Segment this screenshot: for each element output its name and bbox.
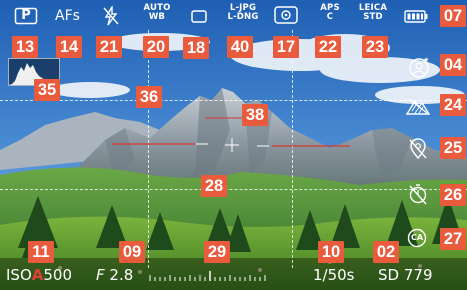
format-line-2: L-DNG [227,11,259,22]
callout-14: 14 [56,36,82,58]
callout-13: 13 [12,36,38,58]
storage-label: SD [378,266,400,284]
iso-label: ISO [6,266,32,284]
callout-17: 17 [273,36,299,58]
callout-20: 20 [143,36,169,58]
callout-22: 22 [315,36,341,58]
film-style[interactable]: LEICA STD [356,4,390,21]
callout-36: 36 [136,86,162,108]
aperture-label: F [96,266,105,284]
white-balance[interactable]: AUTO WB [143,4,171,21]
self-timer-off-icon[interactable] [408,183,428,209]
ca-label: CA [410,233,424,242]
iso-readout[interactable]: ISOA500 [6,265,72,285]
callout-35: 35 [34,79,60,101]
exposure-compensation-scale[interactable] [148,268,268,282]
iso-value: 500 [43,266,73,284]
callout-40: 40 [227,36,253,58]
callout-02: 02 [373,241,399,263]
shutter-speed[interactable]: 1/50s [313,265,355,285]
flash-off-icon[interactable] [102,4,120,30]
callout-04: 04 [440,54,466,76]
user-profile-icon[interactable]: ★ [408,56,430,84]
color-auto-icon[interactable]: CA [407,228,427,248]
callout-09: 09 [119,241,145,263]
viewfinder-screen: P AFs AUTO WB L-JPG L-DNG APS C LEICA ST… [0,0,467,290]
location-off-icon[interactable] [408,138,428,164]
svg-text:★: ★ [423,56,429,64]
callout-29: 29 [204,241,230,263]
callout-28: 28 [201,175,227,197]
aperture-value: 2.8 [109,266,134,284]
spot-metering-icon[interactable] [274,6,298,28]
focus-mode[interactable]: AFs [55,7,80,25]
level-center-marks [196,138,269,152]
single-shot-icon[interactable] [191,8,207,27]
callout-23: 23 [362,36,388,58]
mode-p-icon[interactable]: P [14,7,38,25]
callout-25: 25 [440,137,466,159]
iso-auto-flag: A [31,266,44,284]
callout-24: 24 [440,94,466,116]
film-line-2: STD [363,11,383,22]
sensor-line-2: C [326,11,334,22]
file-format[interactable]: L-JPG L-DNG [226,4,260,21]
aperture-readout[interactable]: F 2.8 [96,265,133,285]
shots-remaining: SD 779 [378,265,433,285]
mode-label: P [21,8,31,23]
callout-11: 11 [28,241,54,263]
mountain-hatched-icon[interactable] [405,96,431,120]
callout-27: 27 [440,228,466,250]
callout-21: 21 [96,36,122,58]
shots-count: 779 [403,266,433,284]
callout-18: 18 [183,37,209,59]
battery-icon [404,8,428,27]
callout-26: 26 [440,184,466,206]
callout-07: 07 [440,5,466,27]
callout-38: 38 [242,104,268,126]
wb-line-2: WB [148,11,166,22]
callout-10: 10 [318,241,344,263]
sensor-crop[interactable]: APS C [317,4,343,21]
